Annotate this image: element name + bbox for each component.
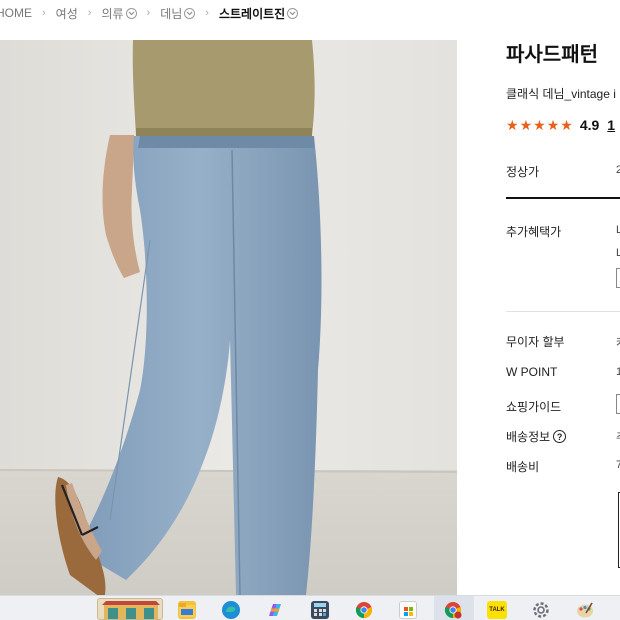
divider	[506, 197, 620, 199]
breadcrumb-straight-jeans-label: 스트레이트진	[218, 6, 286, 21]
taskbar: TALK	[0, 595, 620, 620]
settings-icon[interactable]	[532, 601, 550, 619]
shipping-info-text: 배송정보	[506, 430, 551, 444]
extra-benefit-value: L	[616, 224, 620, 236]
shipping-info-label: 배송정보 ?	[506, 428, 567, 445]
breadcrumb: HOME › 여성 › 의류 › 데님 › 스트레이트진	[0, 0, 299, 26]
breadcrumb-straight-jeans[interactable]: 스트레이트진	[218, 5, 299, 22]
product-subtitle: 클래식 데님_vintage i	[506, 87, 616, 101]
chevron-right-icon: ›	[205, 7, 209, 19]
star-icon: ★	[533, 117, 546, 133]
divider	[506, 311, 620, 312]
breadcrumb-clothing-label: 의류	[101, 6, 124, 21]
brand-title[interactable]: 파사드패턴	[506, 38, 598, 67]
help-icon[interactable]: ?	[553, 430, 567, 443]
breadcrumb-denim-label: 데님	[160, 6, 183, 21]
calculator-icon[interactable]	[311, 601, 329, 619]
w-point-label: W POINT	[506, 365, 558, 379]
kakaotalk-icon[interactable]: TALK	[487, 601, 507, 619]
kakaotalk-label: TALK	[489, 607, 505, 613]
breadcrumb-women[interactable]: 여성	[56, 5, 78, 22]
shipping-fee-value: 7	[616, 459, 620, 471]
rating-stars: ★ ★ ★ ★ ★	[506, 118, 573, 132]
chevron-down-icon[interactable]	[287, 7, 299, 19]
size-guide-button[interactable]	[616, 394, 620, 414]
file-explorer-icon[interactable]	[178, 601, 196, 619]
chevron-down-icon[interactable]	[125, 7, 137, 19]
extra-benefit-label: 추가혜택가	[506, 225, 562, 239]
beach-resort-icon[interactable]	[97, 598, 163, 620]
paint-icon[interactable]	[576, 601, 594, 619]
shipping-info-value: 주	[616, 429, 620, 445]
breadcrumb-home[interactable]: HOME	[0, 6, 32, 20]
shipping-fee-label: 배송비	[506, 460, 540, 474]
chevron-right-icon: ›	[42, 7, 46, 19]
regular-price-value: 2	[616, 164, 620, 176]
rating-score: 4.9	[579, 117, 600, 133]
edge-browser-icon[interactable]	[222, 601, 240, 619]
chrome-profile-icon[interactable]	[444, 601, 462, 619]
review-count-link[interactable]: 1	[607, 117, 615, 133]
star-icon: ★	[506, 117, 519, 133]
shopping-guide-label: 쇼핑가이드	[506, 400, 562, 414]
breadcrumb-clothing[interactable]: 의류	[101, 5, 137, 22]
w-point-value: 1	[616, 366, 620, 378]
microsoft-store-icon[interactable]	[399, 601, 417, 619]
star-icon: ★	[546, 117, 560, 133]
product-info-panel: 파사드패턴 클래식 데님_vintage i ★ ★ ★ ★ ★ 4.9 1 정…	[506, 0, 620, 595]
chevron-down-icon[interactable]	[184, 7, 196, 19]
coupon-button[interactable]	[616, 268, 620, 288]
installment-label: 무이자 할부	[506, 335, 565, 349]
copilot-icon[interactable]	[266, 601, 284, 619]
star-icon: ★	[560, 117, 573, 133]
product-image[interactable]	[0, 40, 457, 595]
installment-value: 카	[616, 334, 620, 350]
breadcrumb-denim[interactable]: 데님	[160, 5, 196, 22]
star-icon: ★	[519, 117, 533, 133]
regular-price-label: 정상가	[506, 165, 540, 179]
rating: ★ ★ ★ ★ ★ 4.9 1	[506, 117, 615, 133]
chevron-right-icon: ›	[146, 7, 151, 19]
chevron-right-icon: ›	[87, 7, 92, 19]
extra-benefit-detail: L	[616, 247, 620, 259]
chrome-icon[interactable]	[355, 601, 373, 619]
